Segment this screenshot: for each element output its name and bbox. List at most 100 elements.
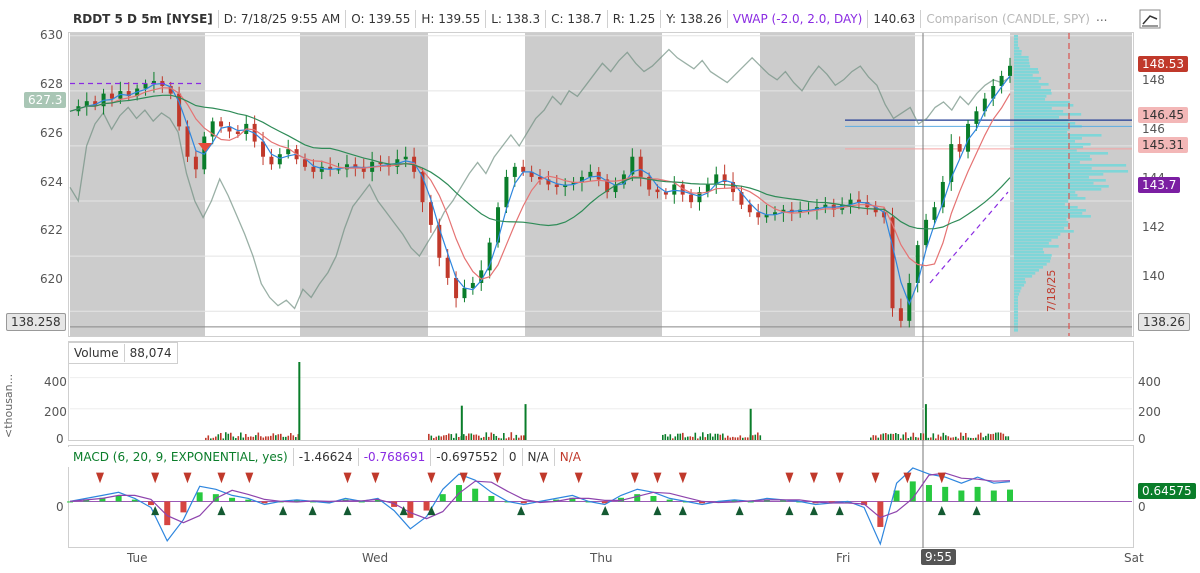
macd-histogram-bar: [229, 497, 236, 502]
volume-bar: [907, 438, 910, 440]
volume-bar: [880, 434, 882, 440]
volume-peak-bar-2: [524, 404, 527, 440]
volume-profile-bar: [1014, 260, 1051, 263]
volume-bar: [744, 437, 747, 440]
macd-histogram-bar: [942, 486, 949, 502]
volume-profile-bar: [1014, 284, 1025, 287]
volume-bar: [997, 432, 1000, 440]
x-label-sat: Sat: [1124, 551, 1144, 565]
volume-bar: [212, 437, 215, 440]
candle-body: [949, 144, 954, 182]
volume-profile-bar: [1014, 308, 1018, 311]
volume-bar: [235, 438, 237, 440]
left-tick-622: 622: [40, 223, 63, 237]
candle-body: [924, 219, 929, 246]
macd-up-arrow: [217, 506, 226, 516]
macd-down-arrow: [871, 472, 880, 484]
volume-bar: [990, 434, 992, 440]
volume-bar: [230, 432, 232, 440]
volume-profile-bar: [1014, 290, 1021, 293]
macd-value-tag: 0.64575: [1138, 483, 1196, 499]
macd-study-label[interactable]: MACD (6, 20, 9, EXPONENTIAL, yes): [68, 448, 294, 466]
volume-profile-bar: [1014, 278, 1026, 281]
volume-profile-bar: [1014, 116, 1060, 119]
volume-left-tick-200: 200: [44, 405, 67, 419]
volume-profile-bar: [1014, 98, 1046, 101]
volume-profile-bar: [1014, 329, 1018, 332]
volume-bar: [724, 437, 727, 440]
volume-bar: [739, 435, 742, 440]
candle-body: [109, 93, 114, 99]
macd-histogram-bar: [423, 501, 430, 511]
macd-histogram-bar: [520, 501, 527, 504]
macd-histogram-bar: [958, 490, 965, 502]
macd-down-arrow: [653, 472, 662, 484]
macd-up-arrow: [937, 506, 946, 516]
volume-profile-bar: [1014, 104, 1074, 107]
volume-bar: [987, 433, 990, 440]
volume-bar: [287, 435, 290, 440]
volume-bar: [892, 433, 895, 440]
volume-study-label[interactable]: Volume: [69, 344, 125, 362]
macd-up-arrow: [308, 506, 317, 516]
volume-bar: [215, 436, 217, 440]
volume-profile-bar: [1014, 281, 1026, 284]
macd-down-arrow: [151, 472, 160, 484]
volume-profile-bar: [1014, 212, 1083, 215]
volume-bar: [255, 435, 257, 440]
volume-bar: [977, 434, 980, 440]
volume-profile-bar: [1014, 80, 1039, 83]
volume-profile-bar: [1014, 293, 1020, 296]
chart-canvas[interactable]: [0, 0, 1200, 573]
macd-histogram-bar: [925, 485, 932, 502]
macd-down-arrow: [630, 472, 639, 484]
volume-bar: [280, 433, 282, 440]
volume-bar: [463, 434, 465, 440]
macd-down-arrow: [245, 472, 254, 484]
volume-bar: [450, 434, 453, 440]
candle-body: [521, 166, 526, 172]
volume-profile-bar: [1014, 158, 1092, 161]
volume-bar: [737, 437, 739, 440]
volume-profile-bar: [1014, 155, 1090, 158]
volume-bar: [485, 432, 488, 440]
volume-bar: [470, 433, 473, 440]
volume-profile-bar: [1014, 239, 1052, 242]
volume-profile-bar: [1014, 233, 1061, 236]
volume-profile-bar: [1014, 203, 1065, 206]
volume-profile-bar: [1014, 56, 1029, 59]
volume-bar: [982, 437, 985, 440]
left-tick-626: 626: [40, 126, 63, 140]
volume-bar: [902, 434, 905, 440]
candle-body: [655, 189, 660, 193]
macd-histogram-bar: [245, 499, 252, 502]
volume-profile-bar: [1014, 269, 1040, 272]
macd-up-arrow: [972, 506, 981, 516]
volume-bar: [697, 438, 699, 440]
candle-body: [193, 156, 198, 170]
macd-value-5: N/A: [523, 448, 555, 466]
candle-body: [336, 169, 341, 171]
macd-up-arrow: [809, 506, 818, 516]
volume-profile-bar: [1014, 197, 1086, 200]
volume-bar: [475, 434, 478, 440]
macd-histogram-bar: [1007, 489, 1013, 502]
volume-bar: [972, 438, 975, 440]
volume-bar: [689, 436, 692, 440]
volume-profile-bar: [1014, 254, 1052, 257]
volume-bar: [448, 433, 450, 440]
volume-bar: [1007, 436, 1010, 440]
candle-body: [1008, 65, 1012, 76]
volume-bar: [262, 437, 265, 440]
volume-bar: [910, 436, 912, 440]
candle-body: [454, 277, 459, 299]
volume-profile-bar: [1014, 299, 1018, 302]
right-tick-140: 140: [1142, 269, 1165, 283]
candle-body: [143, 83, 148, 89]
macd-value-1: -1.46624: [294, 448, 359, 466]
volume-value: 88,074: [129, 346, 172, 360]
candle-body: [496, 207, 501, 243]
volume-bar: [483, 436, 485, 440]
volume-right-tick-200: 200: [1138, 405, 1161, 419]
volume-bar: [704, 437, 707, 440]
